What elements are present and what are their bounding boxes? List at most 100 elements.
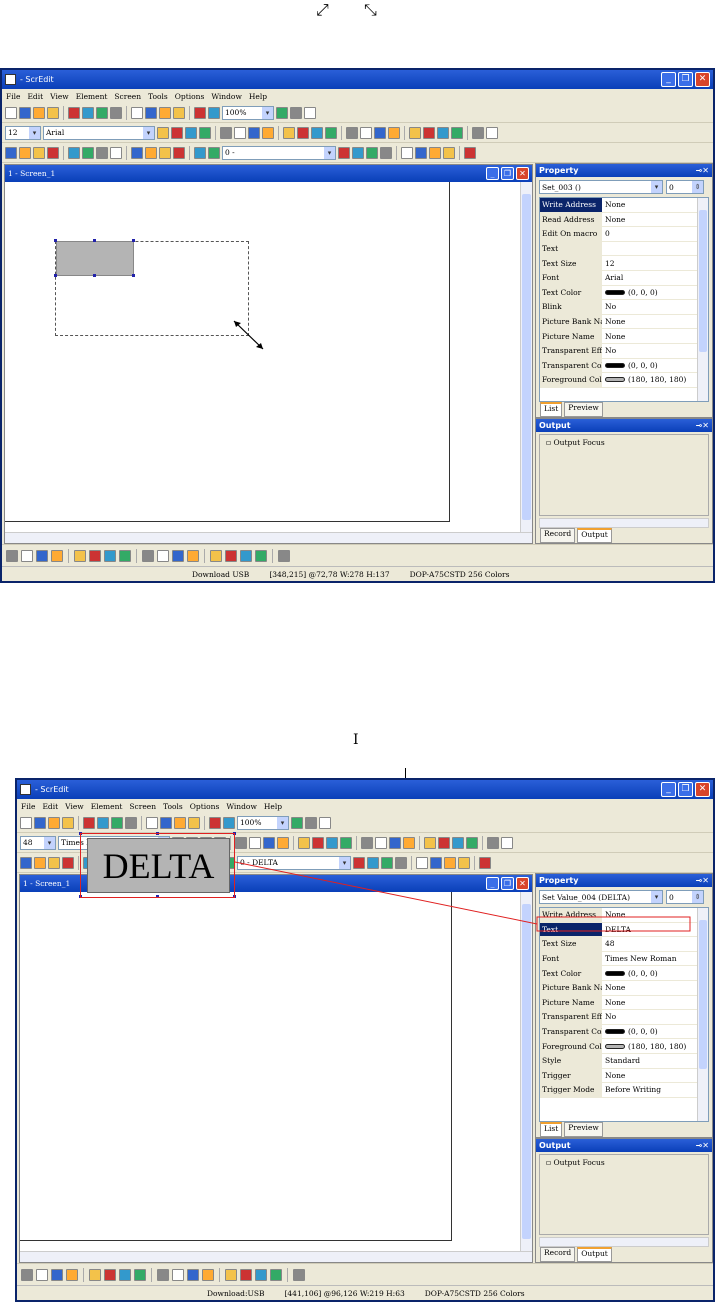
toolbar-tool-icon[interactable] xyxy=(311,126,323,139)
toolbar-tool-icon[interactable] xyxy=(438,836,450,849)
tab-preview[interactable]: Preview xyxy=(564,402,603,417)
toolbar-tool-icon[interactable] xyxy=(409,126,421,139)
menu-item[interactable]: Help xyxy=(264,802,282,811)
toolbar-tool-icon[interactable] xyxy=(298,836,310,849)
menu-item[interactable]: View xyxy=(65,802,84,811)
toolbar-tool-icon[interactable] xyxy=(119,1268,131,1281)
toolbar-tool-icon[interactable] xyxy=(220,126,232,139)
chevron-down-icon[interactable]: ▾ xyxy=(651,891,662,903)
toolbar-tool-icon[interactable] xyxy=(104,1268,116,1281)
toolbar-tool-icon[interactable] xyxy=(452,836,464,849)
zoom-combo[interactable]: 100% ▾ xyxy=(222,105,274,120)
toolbar-tool-icon[interactable] xyxy=(188,816,200,829)
toolbar-tool-icon[interactable] xyxy=(21,1268,33,1281)
menu-item[interactable]: View xyxy=(50,92,69,101)
vertical-scrollbar[interactable] xyxy=(520,892,532,1251)
property-row[interactable]: Style Standard xyxy=(540,1053,708,1069)
tab-output[interactable]: Output xyxy=(577,528,612,543)
screen-canvas[interactable] xyxy=(20,892,520,1251)
toolbar-tool-icon[interactable] xyxy=(111,816,123,829)
toolbar-tool-icon[interactable] xyxy=(33,106,45,119)
toolbar-tool-icon[interactable] xyxy=(68,106,80,119)
tab-list[interactable]: List xyxy=(540,402,563,417)
toolbar-tool-icon[interactable] xyxy=(21,549,33,562)
pin-icon[interactable]: ⊸ xyxy=(696,421,703,430)
toolbar-tool-icon[interactable] xyxy=(89,1268,101,1281)
property-row[interactable]: Picture Name None xyxy=(540,329,708,344)
font-name-combo[interactable]: Arial ▾ xyxy=(43,125,155,140)
toolbar-tool-icon[interactable] xyxy=(160,816,172,829)
menu-item[interactable]: Options xyxy=(190,802,220,811)
toolbar-tool-icon[interactable] xyxy=(104,549,116,562)
property-row[interactable]: Text Color (0, 0, 0) xyxy=(540,966,708,981)
toolbar-tool-icon[interactable] xyxy=(283,126,295,139)
tab-list[interactable]: List xyxy=(540,1122,563,1137)
chevron-down-icon[interactable]: ▾ xyxy=(651,181,662,193)
toolbar-tool-icon[interactable] xyxy=(34,856,46,869)
toolbar-tool-icon[interactable] xyxy=(36,1268,48,1281)
property-row[interactable]: Trigger Mode Before Writing xyxy=(540,1083,708,1098)
pin-icon[interactable]: ⊸ xyxy=(696,166,703,175)
property-row[interactable]: Transparent Color (0, 0, 0) xyxy=(540,1024,708,1040)
property-row[interactable]: Text Color (0, 0, 0) xyxy=(540,285,708,301)
tab-preview[interactable]: Preview xyxy=(564,1122,603,1137)
toolbar-tool-icon[interactable] xyxy=(131,146,143,159)
toolbar-tool-icon[interactable] xyxy=(338,146,350,159)
menu-item[interactable]: Screen xyxy=(129,802,156,811)
minimize-button[interactable]: _ xyxy=(661,782,676,797)
toolbar-tool-icon[interactable] xyxy=(403,836,415,849)
toolbar-tool-icon[interactable] xyxy=(325,126,337,139)
tab-output[interactable]: Output xyxy=(577,1247,612,1262)
toolbar-tool-icon[interactable] xyxy=(142,549,154,562)
toolbar-tool-icon[interactable] xyxy=(210,549,222,562)
toolbar-tool-icon[interactable] xyxy=(110,146,122,159)
toolbar-tool-icon[interactable] xyxy=(270,1268,282,1281)
pin-icon[interactable]: ⊸ xyxy=(696,876,703,885)
chevron-down-icon[interactable]: ▾ xyxy=(262,106,273,119)
toolbar-tool-icon[interactable] xyxy=(437,126,449,139)
toolbar-tool-icon[interactable] xyxy=(36,549,48,562)
toolbar-tool-icon[interactable] xyxy=(199,126,211,139)
toolbar-tool-icon[interactable] xyxy=(415,146,427,159)
toolbar-tool-icon[interactable] xyxy=(464,146,476,159)
delta-set-value-element[interactable]: DELTA xyxy=(87,838,230,893)
toolbar-tool-icon[interactable] xyxy=(194,106,206,119)
toolbar-tool-icon[interactable] xyxy=(48,816,60,829)
property-row[interactable]: Blink No xyxy=(540,300,708,315)
toolbar-tool-icon[interactable] xyxy=(202,1268,214,1281)
toolbar-tool-icon[interactable] xyxy=(235,836,247,849)
toolbar-tool-icon[interactable] xyxy=(134,1268,146,1281)
toolbar-tool-icon[interactable] xyxy=(145,106,157,119)
toolbar-tool-icon[interactable] xyxy=(159,106,171,119)
toolbar-tool-icon[interactable] xyxy=(305,816,317,829)
chevron-down-icon[interactable]: ▾ xyxy=(277,816,288,829)
toolbar-tool-icon[interactable] xyxy=(444,856,456,869)
menu-item[interactable]: Help xyxy=(249,92,267,101)
state-combo[interactable]: 0 - ▾ xyxy=(222,145,336,160)
property-row[interactable]: Picture Name None xyxy=(540,995,708,1011)
property-row[interactable]: Font Times New Roman xyxy=(540,951,708,967)
close-button[interactable]: ✕ xyxy=(516,877,529,890)
toolbar-tool-icon[interactable] xyxy=(429,146,441,159)
pin-icon[interactable]: ⊸ xyxy=(696,1141,703,1150)
toolbar-tool-icon[interactable] xyxy=(89,549,101,562)
close-icon[interactable]: ✕ xyxy=(702,1141,709,1150)
toolbar-tool-icon[interactable] xyxy=(249,836,261,849)
spin-icon[interactable]: ⇕ xyxy=(692,891,703,903)
chevron-down-icon[interactable]: ▾ xyxy=(44,836,55,849)
maximize-button[interactable]: ❐ xyxy=(678,72,693,87)
toolbar-tool-icon[interactable] xyxy=(277,836,289,849)
menu-item[interactable]: File xyxy=(21,802,35,811)
menu-item[interactable]: Tools xyxy=(163,802,183,811)
toolbar-tool-icon[interactable] xyxy=(360,126,372,139)
toolbar-tool-icon[interactable] xyxy=(479,856,491,869)
toolbar-tool-icon[interactable] xyxy=(208,106,220,119)
toolbar-tool-icon[interactable] xyxy=(146,816,158,829)
toolbar-tool-icon[interactable] xyxy=(319,816,331,829)
property-row[interactable]: Write Address None xyxy=(540,908,708,923)
toolbar-tool-icon[interactable] xyxy=(20,856,32,869)
chevron-down-icon[interactable]: ▾ xyxy=(339,856,350,869)
toolbar-tool-icon[interactable] xyxy=(401,146,413,159)
menu-item[interactable]: Edit xyxy=(27,92,43,101)
output-scrollbar[interactable] xyxy=(539,518,709,528)
